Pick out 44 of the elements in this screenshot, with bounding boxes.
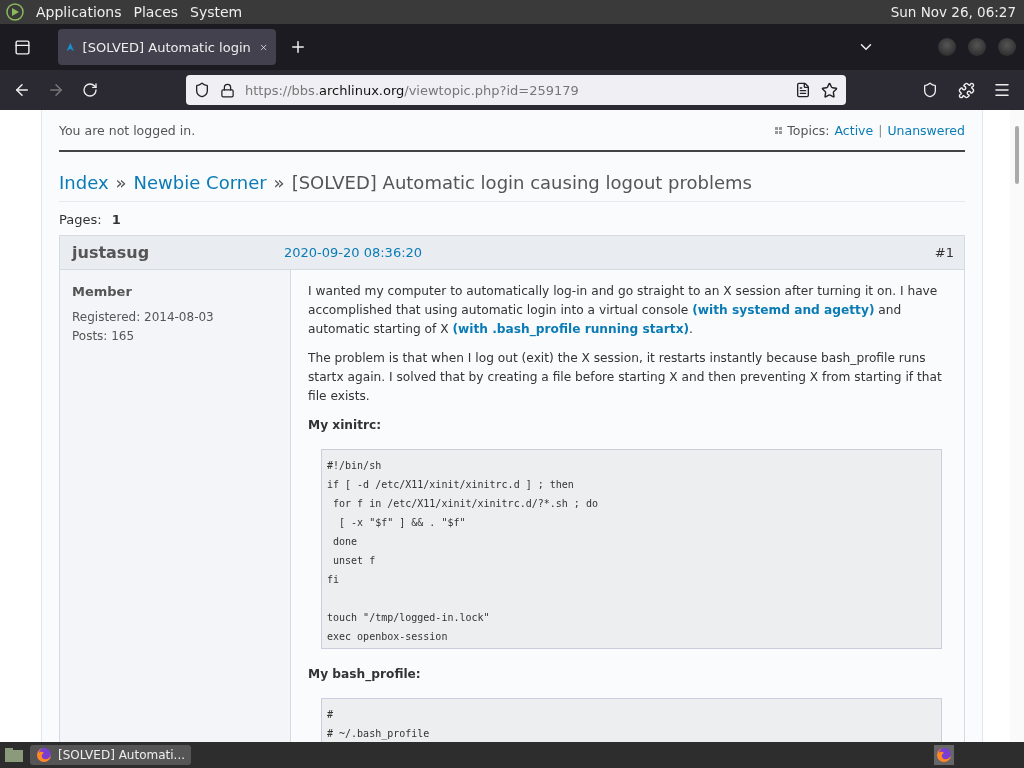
taskbar-window[interactable]: [SOLVED] Automati... [30, 745, 192, 765]
topics-label: Topics: [787, 122, 830, 138]
pages-label: Pages: [59, 212, 102, 227]
topics-link[interactable]: Unanswered [887, 122, 965, 138]
post-count: Posts: 165 [72, 329, 136, 343]
star-icon[interactable] [821, 81, 838, 99]
shield-icon [194, 82, 210, 98]
page-number[interactable]: 1 [111, 212, 121, 227]
panel-menu[interactable]: System [190, 4, 243, 20]
breadcrumb-separator: » [115, 172, 127, 193]
clock: Sun Nov 26, 06:27 [890, 4, 1016, 20]
firefox-icon [36, 747, 52, 763]
inline-link[interactable]: (with systemd and agetty) [692, 303, 875, 317]
grid-icon [775, 126, 783, 134]
post-date-link[interactable]: 2020-09-20 08:36:20 [284, 245, 423, 260]
login-status: You are not logged in. [59, 122, 196, 138]
section-heading: My bash_profile: [308, 666, 422, 684]
scrollbar[interactable] [1010, 110, 1024, 742]
post-paragraph: The problem is that when I log out (exit) the X session, it restarts instantly because bash_profile runs startx again. I solved that by creating a file before starting X and then preventing X from starting if that file exists. [308, 350, 943, 405]
section-heading: My xinitrc: [308, 417, 383, 434]
topic-title: [SOLVED] Automatic login causing logout problems [291, 172, 752, 193]
post-author: justasug [72, 243, 151, 262]
show-desktop-icon[interactable] [4, 747, 24, 763]
breadcrumb-separator: » [273, 172, 285, 193]
lock-icon [220, 82, 235, 98]
reader-view-icon[interactable] [795, 82, 811, 98]
panel-menu[interactable]: Places [133, 4, 179, 20]
firefox-icon[interactable] [934, 745, 954, 765]
user-rank: Member [72, 284, 133, 299]
inline-link[interactable]: (with .bash_profile running startx) [452, 322, 690, 336]
panel-menu[interactable]: Applications [36, 4, 122, 20]
code-block: #!/bin/sh if [ -d /etc/X11/xinit/xinitrc.d ] ; then for f in /etc/X11/xinit/xinitrc.d/?*.sh ; do [ -x "$f" ] && . "$f" done unset f fi touch "/tmp/logged-in.lock" exec openbox-session [321, 449, 942, 649]
topics-link[interactable]: Active [834, 122, 874, 138]
arch-logo-icon [66, 40, 75, 54]
breadcrumb-link[interactable]: Newbie Corner [133, 172, 267, 193]
panel-logo-icon[interactable] [6, 3, 24, 21]
registered-date: Registered: 2014-08-03 [72, 310, 215, 324]
browser-tab[interactable]: [SOLVED] Automatic login [58, 29, 276, 65]
breadcrumb-link[interactable]: Index [59, 172, 109, 193]
post-paragraph: I wanted my computer to automatically log-in and go straight to an X session after turning it on. I have accomplished that using automatic login into a virtual console (with systemd and agetty) and automatic starting of X (with .bash_profile running startx). [308, 283, 939, 339]
code-block: # # ~/.bash_profile [321, 698, 942, 742]
url-field[interactable]: https://bbs.archlinux.org/viewtopic.php?id=259179 [186, 75, 846, 105]
post-number: #1 [934, 245, 954, 260]
link-separator: | [878, 122, 883, 138]
